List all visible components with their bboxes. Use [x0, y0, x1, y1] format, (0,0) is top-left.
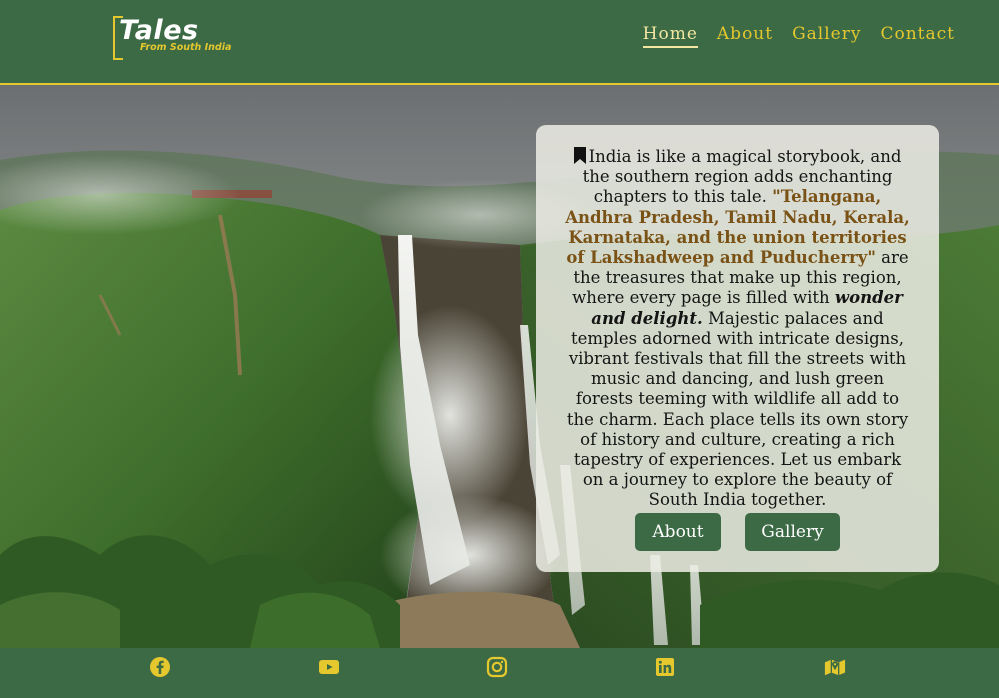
linkedin-icon[interactable]	[654, 656, 676, 678]
nav-contact-link[interactable]: Contact	[880, 24, 955, 48]
map-icon[interactable]	[824, 656, 846, 678]
intro-paragraph: India is like a magical storybook, and t…	[562, 147, 913, 511]
instagram-icon[interactable]	[486, 656, 508, 678]
bookmark-icon	[573, 147, 586, 164]
about-button[interactable]: About	[635, 513, 721, 551]
intro-card: India is like a magical storybook, and t…	[536, 125, 939, 572]
rest-text: Majestic palaces and temples adorned wit…	[566, 308, 909, 510]
nav-gallery-link[interactable]: Gallery	[792, 24, 861, 48]
main-nav: Home About Gallery Contact	[642, 24, 955, 48]
logo-subtitle: From South India	[140, 42, 232, 53]
card-buttons: About Gallery	[536, 513, 939, 551]
gallery-button[interactable]: Gallery	[745, 513, 840, 551]
site-header: Tales From South India Home About Galler…	[0, 0, 999, 85]
youtube-icon[interactable]	[318, 656, 340, 678]
nav-about-link[interactable]: About	[717, 24, 773, 48]
site-logo[interactable]: Tales From South India	[113, 15, 253, 60]
facebook-icon[interactable]	[149, 656, 171, 678]
nav-home-link[interactable]: Home	[642, 24, 698, 48]
